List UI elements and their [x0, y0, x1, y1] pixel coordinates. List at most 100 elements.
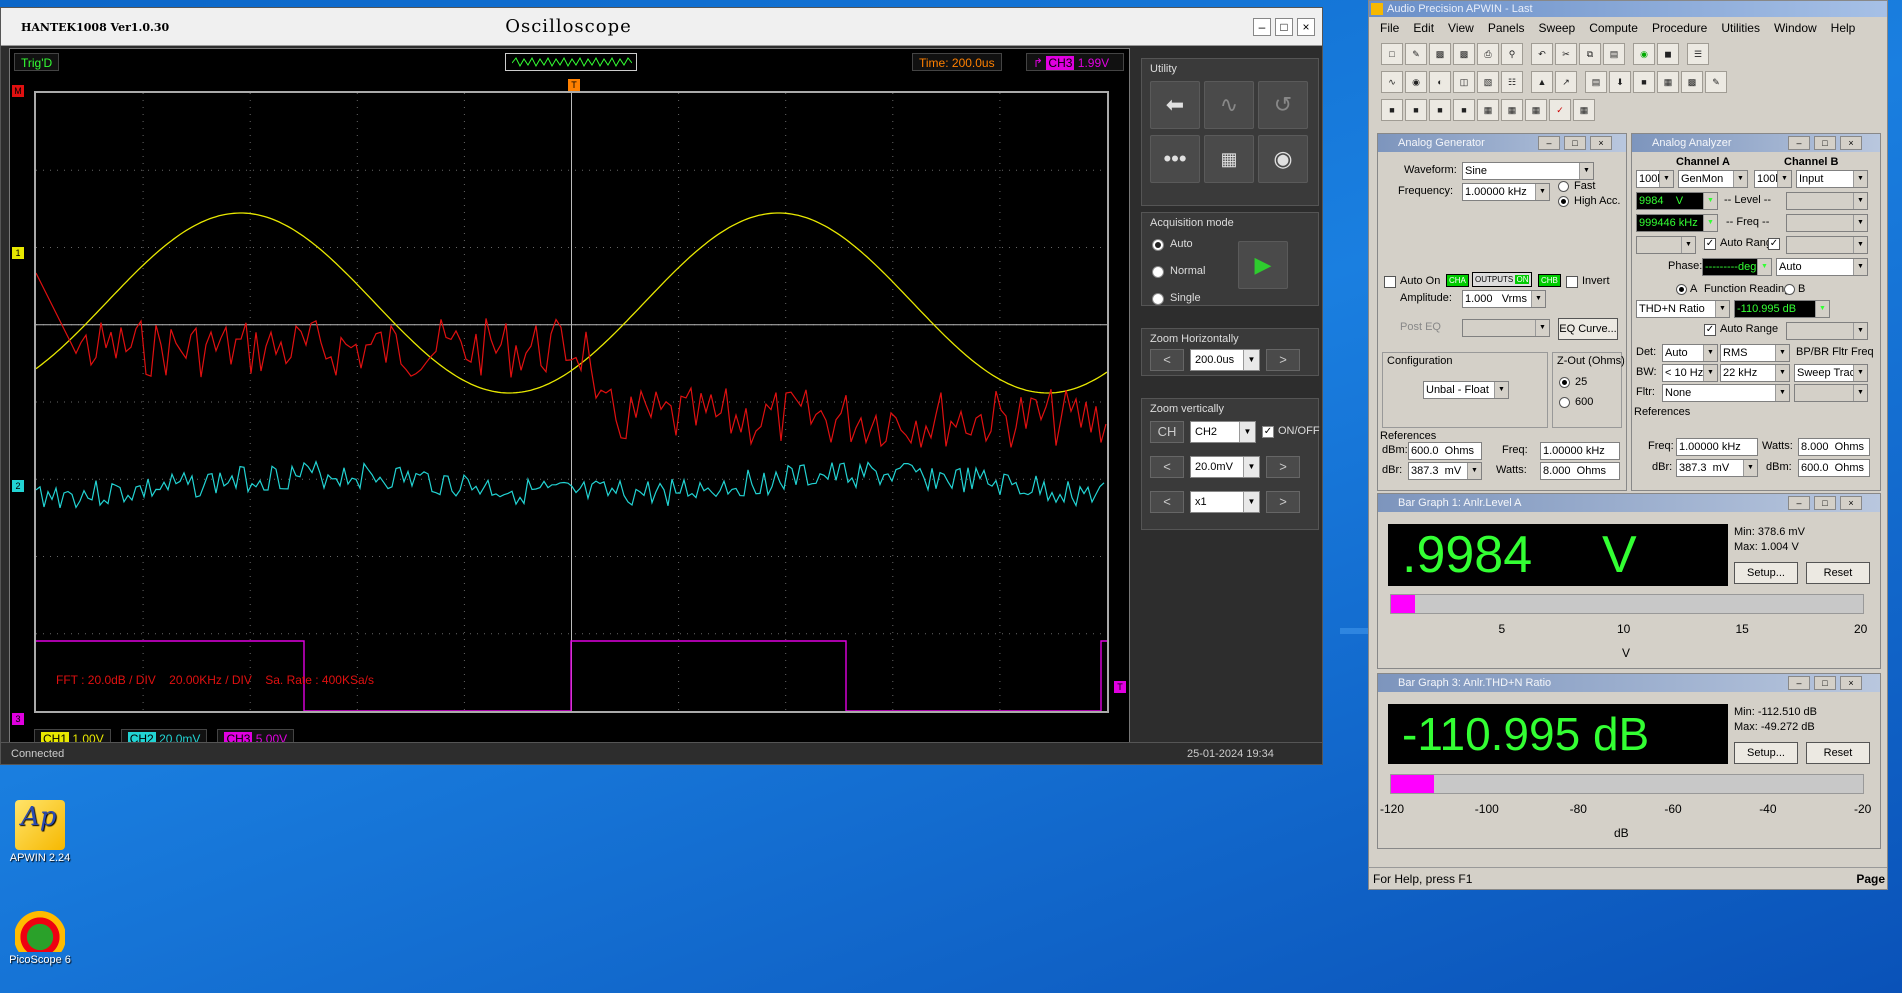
marker-ch3[interactable]: 3: [12, 713, 24, 725]
meter-icon[interactable]: ◐: [1429, 71, 1451, 93]
probe-increase-button[interactable]: >: [1266, 491, 1300, 513]
marker-ch2[interactable]: 2: [12, 480, 24, 492]
post-eq-select[interactable]: ▼: [1462, 319, 1550, 337]
zoom-v-increase-button[interactable]: >: [1266, 456, 1300, 478]
panel-color-icon[interactable]: ▦: [1573, 99, 1595, 121]
print-icon[interactable]: ⎙: [1477, 43, 1499, 65]
desktop-icon-apwin[interactable]: Ap APWIN 2.24: [0, 800, 80, 864]
frequency-field[interactable]: 1.00000 kHz ▼: [1462, 183, 1550, 201]
menu-panels[interactable]: Panels: [1481, 17, 1532, 39]
auto-range-a-checkbox[interactable]: ✓: [1704, 238, 1716, 250]
maximize-button[interactable]: □: [1814, 496, 1836, 510]
undo-icon[interactable]: ↶: [1531, 43, 1553, 65]
zout-25-radio[interactable]: [1559, 377, 1570, 388]
down-icon[interactable]: ⬇: [1609, 71, 1631, 93]
acq-normal-radio[interactable]: [1152, 266, 1164, 278]
close-button[interactable]: ×: [1840, 676, 1862, 690]
marker-trigger-level[interactable]: T: [1114, 681, 1126, 693]
menu-window[interactable]: Window: [1767, 17, 1824, 39]
probe-decrease-button[interactable]: <: [1150, 491, 1184, 513]
phase-select-a[interactable]: ▼: [1636, 236, 1696, 254]
close-button[interactable]: ×: [1840, 136, 1862, 150]
zoom-h-decrease-button[interactable]: <: [1150, 349, 1184, 371]
fltr-freq-select[interactable]: ▼: [1794, 384, 1868, 402]
eq-curve-button[interactable]: EQ Curve...: [1558, 318, 1618, 340]
panel-check-icon[interactable]: ✓: [1549, 99, 1571, 121]
phase-mode-select[interactable]: Auto ▼: [1776, 258, 1868, 276]
digital-io-icon[interactable]: ▧: [1477, 71, 1499, 93]
maximize-button[interactable]: □: [1814, 676, 1836, 690]
panel-list-icon[interactable]: ☰: [1687, 43, 1709, 65]
sweep-track-select[interactable]: Sweep Track ▼: [1794, 364, 1868, 382]
close-button[interactable]: ×: [1840, 496, 1862, 510]
panel-sine-icon[interactable]: ■: [1429, 99, 1451, 121]
auto-range-b-select[interactable]: ▼: [1786, 236, 1868, 254]
desktop-icon-picoscope[interactable]: PicoScope 6: [0, 902, 80, 966]
cut-icon[interactable]: ✂: [1555, 43, 1577, 65]
onoff-checkbox[interactable]: ✓: [1262, 426, 1274, 438]
function-select[interactable]: THD+N Ratio ▼: [1636, 300, 1730, 318]
panel-grid-icon[interactable]: ▦: [1477, 99, 1499, 121]
graph-icon[interactable]: ↗: [1555, 71, 1577, 93]
open-folder-icon[interactable]: ✎: [1405, 43, 1427, 65]
auto-range-fn-checkbox[interactable]: ✓: [1704, 324, 1716, 336]
switcher-icon[interactable]: ◫: [1453, 71, 1475, 93]
marker-trigger-position[interactable]: T: [568, 79, 580, 91]
bar-graph-1-reset-button[interactable]: Reset: [1806, 562, 1870, 584]
maximize-button[interactable]: □: [1814, 136, 1836, 150]
panel-bar-icon[interactable]: ■: [1453, 99, 1475, 121]
menu-help[interactable]: Help: [1824, 17, 1863, 39]
menu-file[interactable]: File: [1373, 17, 1406, 39]
paste-icon[interactable]: ▤: [1603, 43, 1625, 65]
run-play-icon[interactable]: ▶: [1238, 241, 1288, 289]
limit-icon[interactable]: ✎: [1705, 71, 1727, 93]
b-range-select[interactable]: 100l ▼: [1754, 170, 1792, 188]
generator-icon[interactable]: ∿: [1381, 71, 1403, 93]
copy-icon[interactable]: ⧉: [1579, 43, 1601, 65]
minimize-button[interactable]: –: [1538, 136, 1560, 150]
reading-a-radio[interactable]: [1676, 284, 1687, 295]
anlr-dbm-field[interactable]: 600.0 Ohms: [1798, 459, 1870, 477]
bar-graph-1-setup-button[interactable]: Setup...: [1734, 562, 1798, 584]
auto-range-fn-select[interactable]: ▼: [1786, 322, 1868, 340]
cha-output-button[interactable]: CHA: [1446, 274, 1469, 287]
auto-range-b-checkbox[interactable]: ✓: [1768, 238, 1780, 250]
b-input-select[interactable]: Input ▼: [1796, 170, 1868, 188]
sweep-icon[interactable]: ▲: [1531, 71, 1553, 93]
chb-output-button[interactable]: CHB: [1538, 274, 1561, 287]
new-file-icon[interactable]: □: [1381, 43, 1403, 65]
amplitude-field[interactable]: 1.000 Vrms ▼: [1462, 290, 1546, 308]
gen-watts-field[interactable]: 8.000 Ohms: [1540, 462, 1620, 480]
gen-dbr-field[interactable]: 387.3 mV ▼: [1408, 462, 1482, 480]
chart-icon[interactable]: ■: [1633, 71, 1655, 93]
acq-single-radio[interactable]: [1152, 293, 1164, 305]
analyzer-icon[interactable]: ◉: [1405, 71, 1427, 93]
qr-code-icon[interactable]: ▦: [1204, 135, 1254, 183]
minimize-button[interactable]: –: [1788, 136, 1810, 150]
zoom-v-channel-select[interactable]: CH2 ▼: [1190, 421, 1256, 443]
stop-icon[interactable]: ◼: [1657, 43, 1679, 65]
more-icon[interactable]: •••: [1150, 135, 1200, 183]
print-preview-icon[interactable]: ⚲: [1501, 43, 1523, 65]
camera-icon[interactable]: ◉: [1258, 135, 1308, 183]
waveform-select[interactable]: Sine ▼: [1462, 162, 1594, 180]
probe-select[interactable]: x1 ▼: [1190, 491, 1260, 513]
invert-checkbox[interactable]: [1566, 276, 1578, 288]
maximize-button[interactable]: □: [1275, 18, 1293, 36]
ch-select-button[interactable]: CH: [1150, 421, 1184, 443]
anlr-dbr-field[interactable]: 387.3 mV ▼: [1676, 459, 1758, 477]
panel-gen-icon[interactable]: ■: [1381, 99, 1403, 121]
regulation-icon[interactable]: ▩: [1681, 71, 1703, 93]
marker-math[interactable]: M: [12, 85, 24, 97]
gen-dbm-field[interactable]: 600.0 Ohms: [1408, 442, 1482, 460]
configuration-select[interactable]: Unbal - Float ▼: [1423, 381, 1509, 399]
reading-b-radio[interactable]: [1784, 284, 1795, 295]
det-mode-select[interactable]: RMS ▼: [1720, 344, 1790, 362]
menu-edit[interactable]: Edit: [1406, 17, 1441, 39]
outputs-button[interactable]: OUTPUTS ON: [1472, 272, 1533, 287]
save-all-icon[interactable]: ▩: [1453, 43, 1475, 65]
close-button[interactable]: ×: [1590, 136, 1612, 150]
zoom-h-increase-button[interactable]: >: [1266, 349, 1300, 371]
panel-dsp-icon[interactable]: ▦: [1501, 99, 1523, 121]
marker-ch1[interactable]: 1: [12, 247, 24, 259]
